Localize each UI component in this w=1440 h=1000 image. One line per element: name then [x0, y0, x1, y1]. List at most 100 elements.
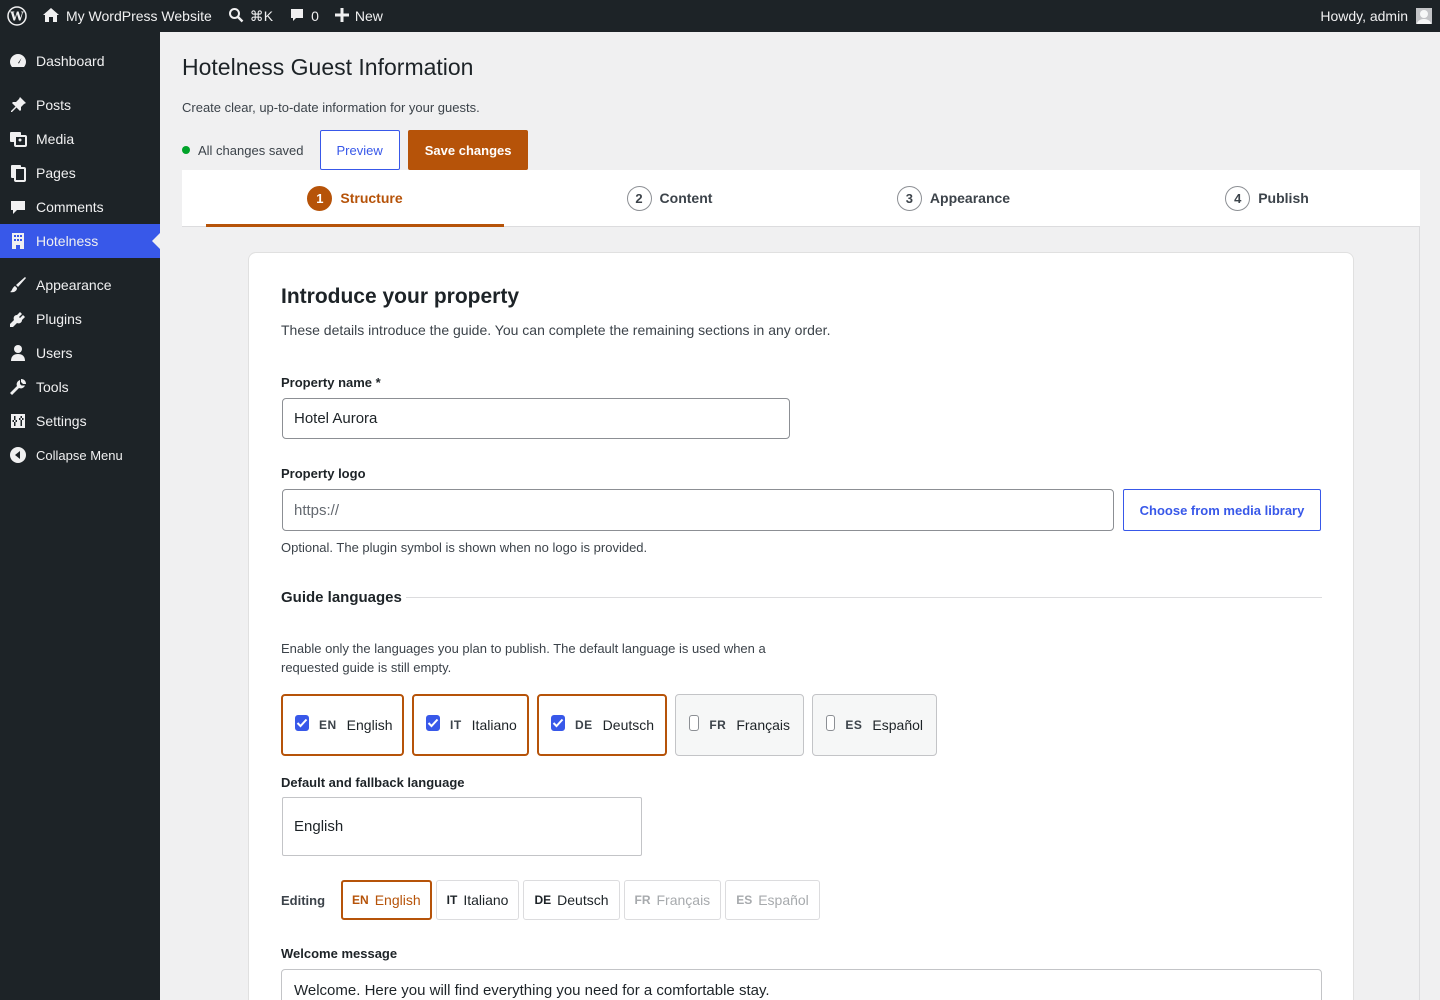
sidebar-item-label: Appearance [36, 277, 112, 293]
property-name-label: Property name * [281, 375, 381, 390]
plus-icon [334, 7, 349, 25]
editing-tab-fr: FR Français [623, 880, 722, 920]
logo-url-input[interactable]: https:// [282, 489, 1114, 531]
step-number: 2 [626, 185, 652, 211]
tab-appearance[interactable]: 3 Appearance [835, 170, 1072, 226]
language-code: DE [534, 893, 552, 907]
sidebar-item-label: Plugins [36, 311, 82, 327]
admin-bar: W My WordPress Website ⌘K 0 New Howdy, a… [0, 0, 1440, 32]
language-code: DE [575, 718, 593, 732]
preview-button[interactable]: Preview [319, 130, 400, 170]
admin-sidebar: Dashboard Posts Media Pages Comments Hot… [0, 32, 160, 1000]
sidebar-item-appearance[interactable]: Appearance [0, 268, 160, 302]
language-code: FR [634, 893, 651, 907]
language-code: IT [450, 718, 462, 732]
language-option-it[interactable]: IT Italiano [412, 694, 529, 756]
dashboard-icon [9, 52, 27, 70]
avatar [1416, 8, 1432, 24]
languages-description: Enable only the languages you plan to pu… [281, 641, 766, 675]
language-option-es[interactable]: ES Español [812, 694, 937, 756]
step-label: Structure [340, 190, 403, 206]
tab-content[interactable]: 2 Content [504, 170, 835, 226]
search-shortcut: ⌘K [249, 7, 274, 24]
section-divider [405, 597, 1322, 598]
language-option-en[interactable]: EN English [281, 694, 404, 756]
editing-tab-de[interactable]: DE Deutsch [523, 880, 620, 920]
welcome-message-textarea[interactable]: Welcome. Here you will find everything y… [281, 969, 1322, 1000]
collapse-icon [9, 446, 27, 464]
language-name: Italiano [463, 892, 509, 908]
greeting: Howdy, admin [1320, 8, 1408, 24]
sidebar-item-label: Comments [36, 199, 104, 215]
sidebar-item-media[interactable]: Media [0, 122, 160, 156]
page-title: Hotelness Guest Information [182, 54, 474, 80]
new-label: New [354, 8, 383, 24]
step-number: 3 [896, 185, 922, 211]
language-name: Français [736, 717, 790, 733]
language-code: FR [709, 718, 727, 732]
language-name: Español [872, 717, 923, 733]
sidebar-item-label: Settings [36, 413, 87, 429]
languages-heading: Guide languages [281, 589, 1322, 606]
editing-tab-it[interactable]: IT Italiano [435, 880, 520, 920]
sidebar-item-label: Tools [36, 379, 69, 395]
sidebar-item-label: Dashboard [36, 53, 105, 69]
editing-tab-en[interactable]: EN English [341, 880, 432, 920]
language-name: Deutsch [602, 717, 655, 733]
comments-link[interactable]: 0 [281, 0, 327, 32]
sidebar-item-users[interactable]: Users [0, 336, 160, 370]
step-number: 4 [1225, 185, 1251, 211]
default-language-select[interactable]: English [282, 797, 642, 856]
choose-media-button[interactable]: Choose from media library [1123, 489, 1321, 531]
sidebar-item-plugins[interactable]: Plugins [0, 302, 160, 336]
sidebar-item-comments[interactable]: Comments [0, 190, 160, 224]
card-description: These details introduce the guide. You c… [281, 322, 831, 338]
language-option-fr[interactable]: FR Français [675, 694, 804, 756]
sidebar-item-posts[interactable]: Posts [0, 88, 160, 122]
svg-text:W: W [9, 10, 24, 24]
page-description: Create clear, up-to-date information for… [182, 100, 480, 115]
language-code: ES [845, 718, 863, 732]
comments-count: 0 [311, 8, 319, 24]
language-option-de[interactable]: DE Deutsch [537, 694, 667, 756]
step-tabs: 1 Structure 2 Content 3 Appearance 4 Pub… [182, 170, 1420, 227]
language-code: EN [352, 893, 369, 907]
pages-icon [9, 164, 27, 182]
site-name: My WordPress Website [66, 8, 212, 24]
checkbox-checked-icon[interactable] [295, 715, 309, 731]
property-name-input[interactable]: Hotel Aurora [282, 398, 790, 439]
language-code: ES [736, 893, 753, 907]
save-changes-button[interactable]: Save changes [407, 130, 529, 170]
save-status-text: All changes saved [198, 142, 304, 158]
sidebar-item-tools[interactable]: Tools [0, 370, 160, 404]
sidebar-item-hotelness[interactable]: Hotelness [0, 224, 160, 258]
checkbox-unchecked-icon[interactable] [689, 715, 700, 731]
language-name: English [374, 892, 421, 908]
settings-icon [9, 412, 27, 430]
checkbox-checked-icon[interactable] [426, 715, 440, 731]
language-name: Español [758, 892, 809, 908]
new-content-link[interactable]: New [327, 0, 391, 32]
logo-help-text: Optional. The plugin symbol is shown whe… [281, 540, 648, 555]
command-search[interactable]: ⌘K [220, 0, 281, 32]
property-logo-label: Property logo [281, 466, 366, 481]
tab-publish[interactable]: 4 Publish [1072, 170, 1440, 226]
default-language-label: Default and fallback language [281, 775, 465, 790]
account-menu[interactable]: Howdy, admin [1320, 8, 1440, 24]
wordpress-logo-icon[interactable]: W [0, 0, 34, 32]
sidebar-item-settings[interactable]: Settings [0, 404, 160, 438]
site-name-link[interactable]: My WordPress Website [34, 0, 220, 32]
tab-structure[interactable]: 1 Structure [206, 170, 504, 227]
comment-icon [9, 198, 27, 216]
checkbox-unchecked-icon[interactable] [826, 715, 836, 731]
card-title: Introduce your property [281, 285, 520, 308]
save-status: All changes saved [182, 143, 304, 158]
sidebar-item-pages[interactable]: Pages [0, 156, 160, 190]
welcome-message-label: Welcome message [281, 946, 398, 961]
collapse-menu-button[interactable]: Collapse Menu [0, 438, 160, 472]
language-name: Deutsch [557, 892, 609, 908]
checkbox-checked-icon[interactable] [551, 715, 565, 731]
language-name: Français [656, 892, 711, 908]
sidebar-item-dashboard[interactable]: Dashboard [0, 44, 160, 78]
sidebar-item-label: Pages [36, 165, 76, 181]
